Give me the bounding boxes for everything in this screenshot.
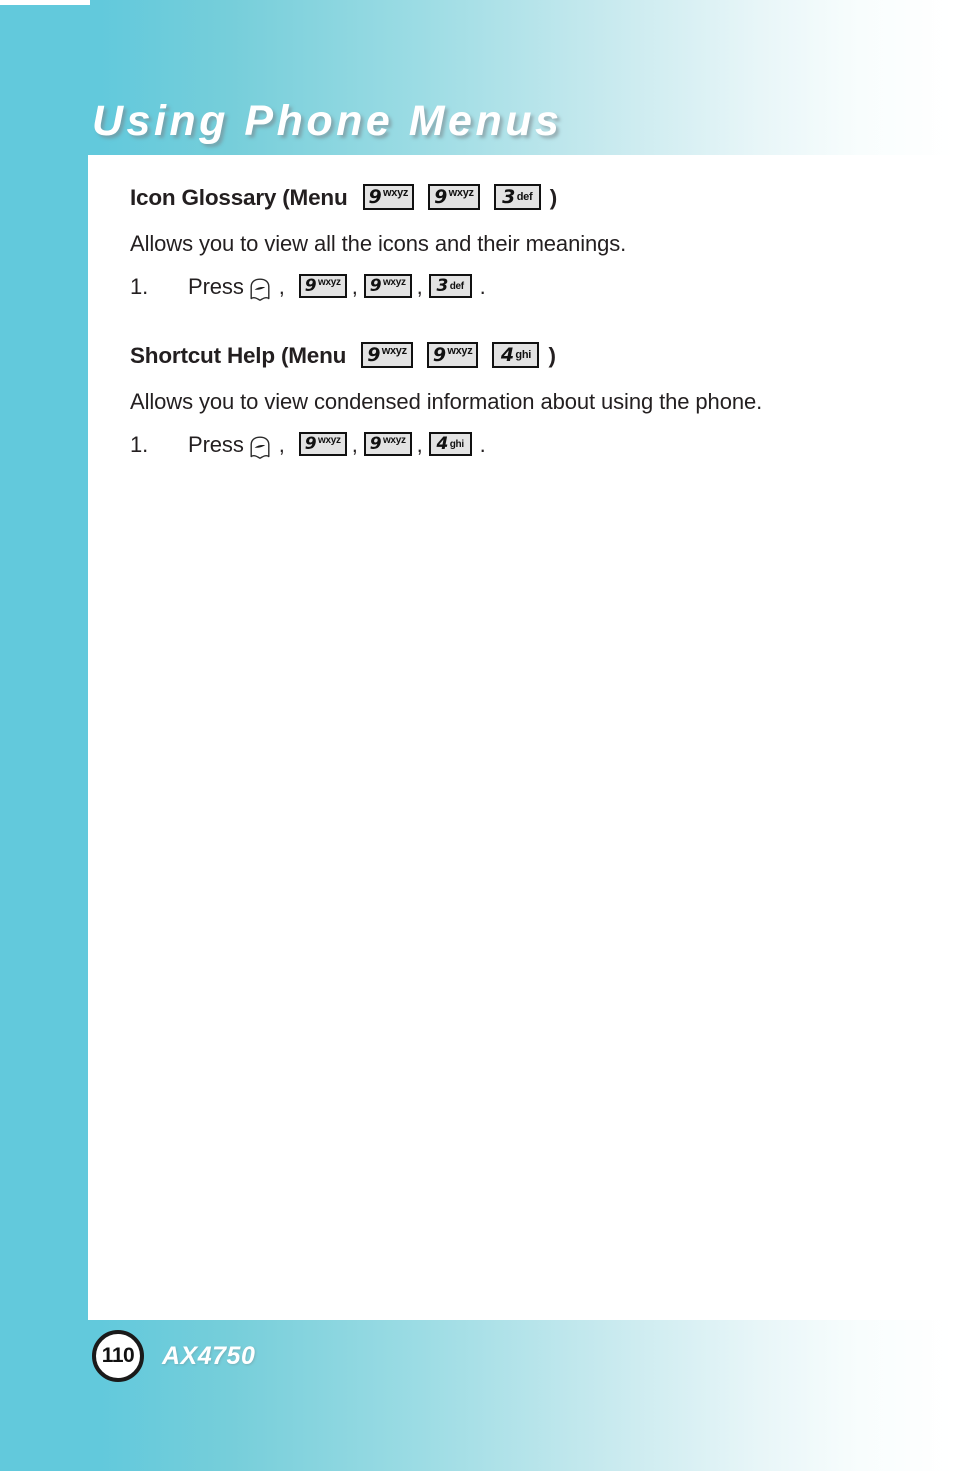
step-text: Press , 9 wxyz ,: [188, 271, 486, 303]
key-digit: 9: [304, 433, 317, 454]
key-letters: wxyz: [382, 435, 406, 446]
page-title: Using Phone Menus: [92, 97, 563, 145]
key-digit: 9: [434, 185, 448, 208]
top-left-notch: [0, 0, 90, 5]
key-digit: 9: [367, 343, 381, 366]
key-digit: 3: [436, 275, 449, 296]
key-9-wxyz: 9 wxyz: [298, 274, 347, 298]
key-9-wxyz: 9 wxyz: [362, 184, 415, 210]
key-3-def: 3 def: [493, 184, 541, 210]
separator-comma: ,: [416, 432, 423, 457]
key-letters: wxyz: [382, 277, 406, 288]
step-number: 1.: [130, 274, 149, 299]
model-name: AX4750: [162, 1341, 256, 1370]
step-text: Press , 9 wxyz ,: [188, 429, 486, 461]
key-letters: wxyz: [447, 345, 473, 357]
key-letters: wxyz: [381, 345, 407, 357]
key-letters: wxyz: [383, 187, 409, 199]
section-heading: Shortcut Help (Menu 9 wxyz 9 wxyz 4 ghi: [130, 341, 920, 371]
menu-softkey-icon: [247, 435, 273, 461]
key-letters: def: [449, 280, 464, 292]
section-description: Allows you to view condensed information…: [130, 389, 763, 414]
key-digit: 4: [500, 343, 514, 366]
key-digit: 9: [368, 185, 382, 208]
section-heading: Icon Glossary (Menu 9 wxyz 9 wxyz 3 def: [130, 183, 920, 213]
step-number: 1.: [130, 432, 149, 457]
section-heading-close-paren: ): [549, 185, 558, 210]
key-9-wxyz: 9 wxyz: [363, 432, 412, 456]
key-4-ghi: 4 ghi: [428, 432, 472, 456]
key-9-wxyz: 9 wxyz: [426, 342, 479, 368]
key-letters: wxyz: [318, 435, 341, 446]
key-letters: ghi: [449, 438, 464, 450]
key-3-def: 3 def: [428, 274, 472, 298]
key-letters: def: [516, 191, 533, 203]
step-label: Press: [188, 432, 244, 457]
section-heading-text: Icon Glossary (Menu: [130, 185, 348, 210]
separator-comma: ,: [416, 274, 423, 299]
key-letters: wxyz: [318, 277, 341, 288]
manual-page: Using Phone Menus Icon Glossary (Menu 9 …: [0, 0, 954, 1471]
content-body: Icon Glossary (Menu 9 wxyz 9 wxyz 3 def: [130, 183, 920, 487]
key-digit: 4: [436, 433, 449, 454]
separator-comma: ,: [351, 432, 358, 457]
page-number: 110: [101, 1344, 135, 1367]
key-9-wxyz: 9 wxyz: [428, 184, 480, 210]
key-letters: ghi: [515, 349, 532, 361]
key-9-wxyz: 9 wxyz: [298, 432, 347, 456]
section-description: Allows you to view all the icons and the…: [130, 231, 627, 256]
content-panel: Icon Glossary (Menu 9 wxyz 9 wxyz 3 def: [88, 155, 954, 1320]
section-shortcut-help: Shortcut Help (Menu 9 wxyz 9 wxyz 4 ghi: [130, 341, 920, 461]
step-label: Press: [188, 274, 244, 299]
key-digit: 3: [502, 185, 516, 208]
separator-comma: ,: [278, 274, 285, 299]
step-item: 1. Press , 9 wxyz: [130, 429, 920, 461]
step-item: 1. Press , 9 wxyz: [130, 271, 920, 303]
separator-comma: ,: [351, 274, 358, 299]
page-footer: 110 AX4750: [92, 1330, 255, 1382]
key-digit: 9: [369, 433, 382, 454]
key-digit: 9: [369, 275, 382, 296]
page-number-badge: 110: [92, 1330, 144, 1382]
key-digit: 9: [304, 275, 317, 296]
section-heading-close-paren: ): [548, 343, 556, 368]
section-icon-glossary: Icon Glossary (Menu 9 wxyz 9 wxyz 3 def: [130, 183, 920, 303]
separator-comma: ,: [278, 432, 285, 457]
key-4-ghi: 4 ghi: [492, 342, 540, 368]
step-end-period: .: [479, 432, 486, 457]
menu-softkey-icon: [247, 277, 273, 303]
key-letters: wxyz: [448, 187, 474, 199]
key-9-wxyz: 9 wxyz: [361, 342, 413, 368]
step-end-period: .: [479, 274, 486, 299]
section-heading-text: Shortcut Help (Menu: [130, 343, 347, 368]
key-9-wxyz: 9 wxyz: [363, 274, 412, 298]
key-digit: 9: [432, 343, 446, 366]
